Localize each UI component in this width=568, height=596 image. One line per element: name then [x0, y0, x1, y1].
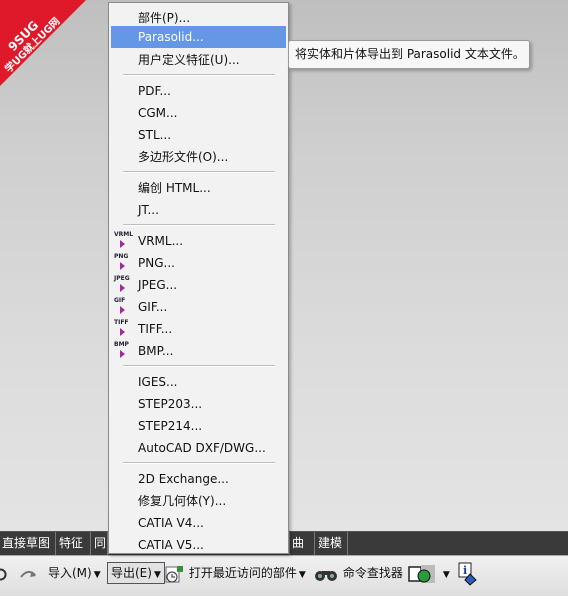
tooltip-text: 将实体和片体导出到 Parasolid 文本文件。 [295, 47, 525, 61]
gif-format-icon: GIF [114, 297, 136, 317]
bmp-format-icon: BMP [114, 341, 136, 361]
menu-item-autocad-dxf-dwg[interactable]: AutoCAD DXF/DWG... [111, 437, 286, 459]
open-recent-button[interactable]: 打开最近访问的部件 ▼ [163, 562, 306, 584]
menu-item-label: JPEG... [138, 278, 178, 292]
standard-toolbar: 导入(M) ▼ 导出(E) ▼ 打开最近访问的部件 ▼ 命令查找器 ▼ i [0, 555, 568, 596]
menu-item-label: 多边形文件(O)... [138, 150, 229, 164]
vrml-format-icon: VRML [114, 231, 136, 251]
menu-separator [123, 171, 275, 173]
menu-item-jpeg[interactable]: JPEG JPEG... [111, 274, 286, 296]
menu-item-jt[interactable]: JT... [111, 199, 286, 221]
menu-separator [123, 462, 275, 464]
chevron-down-icon: ▼ [298, 570, 306, 580]
jpeg-format-icon: JPEG [114, 275, 136, 295]
menu-item-label: BMP... [138, 344, 174, 358]
import-label: 导入(M) [48, 566, 92, 580]
chevron-down-icon: ▼ [153, 570, 161, 580]
view-shape-button[interactable]: ▼ [407, 562, 450, 584]
menu-item-label: STEP214... [138, 419, 203, 433]
menu-item-pdf[interactable]: PDF... [111, 80, 286, 102]
menu-item-label: CATIA V5... [138, 538, 204, 552]
import-menu-button[interactable]: 导入(M) ▼ [48, 562, 101, 584]
tab-surface[interactable]: 曲面 [289, 532, 315, 573]
export-dropdown-menu: 部件(P)... Parasolid... 用户定义特征(U)... PDF..… [108, 2, 289, 554]
menu-item-label: PDF... [138, 84, 171, 98]
open-recent-label: 打开最近访问的部件 [188, 566, 297, 580]
menu-item-label: 用户定义特征(U)... [138, 53, 240, 67]
menu-item-user-defined-feature[interactable]: 用户定义特征(U)... [111, 49, 286, 71]
undo-button[interactable] [0, 562, 8, 584]
menu-item-gif[interactable]: GIF GIF... [111, 296, 286, 318]
menu-item-polygon-file[interactable]: 多边形文件(O)... [111, 146, 286, 168]
svg-text:i: i [463, 564, 467, 577]
menu-item-label: TIFF... [138, 322, 173, 336]
menu-separator [123, 365, 275, 367]
png-format-icon: PNG [114, 253, 136, 273]
menu-separator [123, 74, 275, 76]
menu-item-catia-v5[interactable]: CATIA V5... [111, 534, 286, 556]
parasolid-tooltip: 将实体和片体导出到 Parasolid 文本文件。 [288, 40, 530, 69]
menu-item-label: CGM... [138, 106, 178, 120]
menu-item-bmp[interactable]: BMP BMP... [111, 340, 286, 362]
binoculars-icon [315, 570, 337, 581]
info-icon: i [458, 562, 477, 586]
menu-item-iges[interactable]: IGES... [111, 371, 286, 393]
menu-item-label: Parasolid... [138, 30, 204, 44]
export-label: 导出(E) [111, 566, 152, 580]
export-menu-button[interactable]: 导出(E) ▼ [107, 562, 165, 584]
menu-item-label: JT... [138, 203, 159, 217]
menu-item-png[interactable]: PNG PNG... [111, 252, 286, 274]
menu-item-label: PNG... [138, 256, 175, 270]
redo-button[interactable] [19, 562, 39, 584]
menu-item-label: 编创 HTML... [138, 181, 211, 195]
menu-item-label: CATIA V4... [138, 516, 204, 530]
menu-item-stl[interactable]: STL... [111, 124, 286, 146]
menu-item-label: 部件(P)... [138, 11, 191, 25]
menu-item-label: 2D Exchange... [138, 472, 229, 486]
tab-feature[interactable]: 特征 [57, 532, 91, 555]
redo-icon [20, 570, 36, 578]
menu-item-html[interactable]: 编创 HTML... [111, 177, 286, 199]
info-button[interactable]: i [458, 562, 482, 586]
view-shape-icon [408, 564, 435, 583]
tiff-format-icon: TIFF [114, 319, 136, 339]
watermark-logo: 9SUG 学UG就上UG网 [0, 0, 86, 86]
menu-item-label: AutoCAD DXF/DWG... [138, 441, 266, 455]
tab-modeling[interactable]: 建模 [316, 532, 348, 555]
menu-item-catia-v4[interactable]: CATIA V4... [111, 512, 286, 534]
command-finder-label: 命令查找器 [342, 566, 403, 580]
tab-sync[interactable]: 同 [92, 532, 108, 555]
tab-direct-sketch[interactable]: 直接草图 [0, 532, 56, 555]
menu-item-parasolid[interactable]: Parasolid... [111, 26, 286, 48]
menu-item-label: IGES... [138, 375, 178, 389]
chevron-down-icon: ▼ [442, 570, 450, 580]
menu-item-cgm[interactable]: CGM... [111, 102, 286, 124]
undo-icon [0, 568, 7, 580]
menu-separator [123, 224, 275, 226]
menu-item-vrml[interactable]: VRML VRML... [111, 230, 286, 252]
menu-item-repair-geometry[interactable]: 修复几何体(Y)... [111, 490, 286, 512]
menu-item-label: VRML... [138, 234, 184, 248]
menu-item-label: 修复几何体(Y)... [138, 494, 227, 508]
menu-item-label: STEP203... [138, 397, 203, 411]
menu-item-step203[interactable]: STEP203... [111, 393, 286, 415]
menu-item-step214[interactable]: STEP214... [111, 415, 286, 437]
menu-item-label: GIF... [138, 300, 168, 314]
menu-item-2d-exchange[interactable]: 2D Exchange... [111, 468, 286, 490]
recent-files-icon [165, 565, 183, 582]
command-finder-button[interactable]: 命令查找器 [313, 562, 403, 584]
menu-item-label: STL... [138, 128, 172, 142]
menu-item-tiff[interactable]: TIFF TIFF... [111, 318, 286, 340]
chevron-down-icon: ▼ [93, 570, 101, 580]
